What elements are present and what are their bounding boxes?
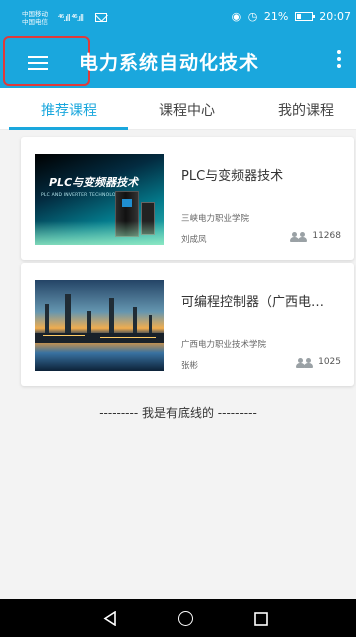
battery-icon [294, 12, 315, 21]
course-school: 三峡电力职业学院 [181, 214, 250, 224]
water-reflection [35, 343, 164, 371]
plant-lights [100, 337, 156, 338]
more-vertical-icon[interactable] [337, 50, 341, 54]
tab-my-courses[interactable]: 我的课程 [278, 100, 334, 120]
back-triangle-icon[interactable] [103, 611, 118, 626]
enrollment-number: 1025 [318, 357, 341, 367]
menu-button[interactable] [3, 36, 90, 86]
course-card-programmable-controller[interactable]: 可编程控制器（广西电… 广西电力职业技术学院 张彬 1025 [21, 263, 354, 386]
enrollment-number: 11268 [312, 231, 341, 241]
thumbnail-subtitle: PLC AND INVERTER TECHNOLOGY [41, 193, 123, 198]
course-school: 广西电力职业技术学院 [181, 340, 267, 350]
course-enrollment-count: 11268 [290, 231, 341, 242]
course-card-plc[interactable]: PLC与变频器技术 PLC AND INVERTER TECHNOLOGY PL… [21, 137, 354, 260]
android-navigation-bar [0, 599, 356, 637]
course-list-area: PLC与变频器技术 PLC AND INVERTER TECHNOLOGY PL… [0, 130, 356, 599]
app-title: 电力系统自动化技术 [79, 52, 260, 74]
plant-lights [43, 335, 85, 336]
app-bar: 电力系统自动化技术 [0, 36, 356, 88]
course-thumbnail-plc[interactable]: PLC与变频器技术 PLC AND INVERTER TECHNOLOGY [35, 154, 164, 245]
tab-recommended-courses[interactable]: 推荐课程 [41, 100, 97, 120]
course-title[interactable]: PLC与变频器技术 [181, 165, 283, 184]
recent-square-icon[interactable] [254, 612, 268, 626]
mail-icon [95, 13, 107, 22]
thumbnail-glow [35, 221, 164, 245]
course-thumbnail-power-plant[interactable] [35, 280, 164, 371]
battery-percent: 21% [263, 10, 289, 23]
end-of-list-message: --------- 我是有底线的 --------- [99, 406, 257, 420]
people-icon [290, 232, 308, 242]
course-teacher: 刘成凤 [181, 235, 207, 245]
clock-time: 20:07 [319, 10, 351, 23]
home-circle-icon[interactable] [178, 611, 193, 626]
carrier-1: 中国移动 [22, 10, 48, 18]
status-bar: 中国移动 中国电信 ⁴⁶.ıll ⁴⁶.ıll ◉ ◷ 21% 20:07 [0, 0, 356, 36]
carrier-2: 中国电信 [22, 18, 48, 26]
course-title[interactable]: 可编程控制器（广西电… [181, 291, 324, 310]
menu-icon[interactable] [28, 56, 48, 70]
signal-icon: ⁴⁶.ıll ⁴⁶.ıll [58, 14, 84, 24]
course-teacher: 张彬 [181, 361, 199, 371]
system-status: ◉ ◷ 21% 20:07 [229, 10, 351, 23]
eye-icon: ◉ [231, 10, 242, 23]
alarm-icon: ◷ [247, 10, 258, 23]
course-enrollment-count: 1025 [296, 357, 341, 368]
more-button[interactable] [332, 50, 346, 74]
course-tabs: 推荐课程 课程中心 我的课程 [0, 88, 356, 130]
thumbnail-title: PLC与变频器技术 [49, 176, 139, 189]
tab-course-center[interactable]: 课程中心 [159, 100, 215, 120]
carrier-info: 中国移动 中国电信 [22, 10, 48, 26]
people-icon [296, 358, 314, 368]
